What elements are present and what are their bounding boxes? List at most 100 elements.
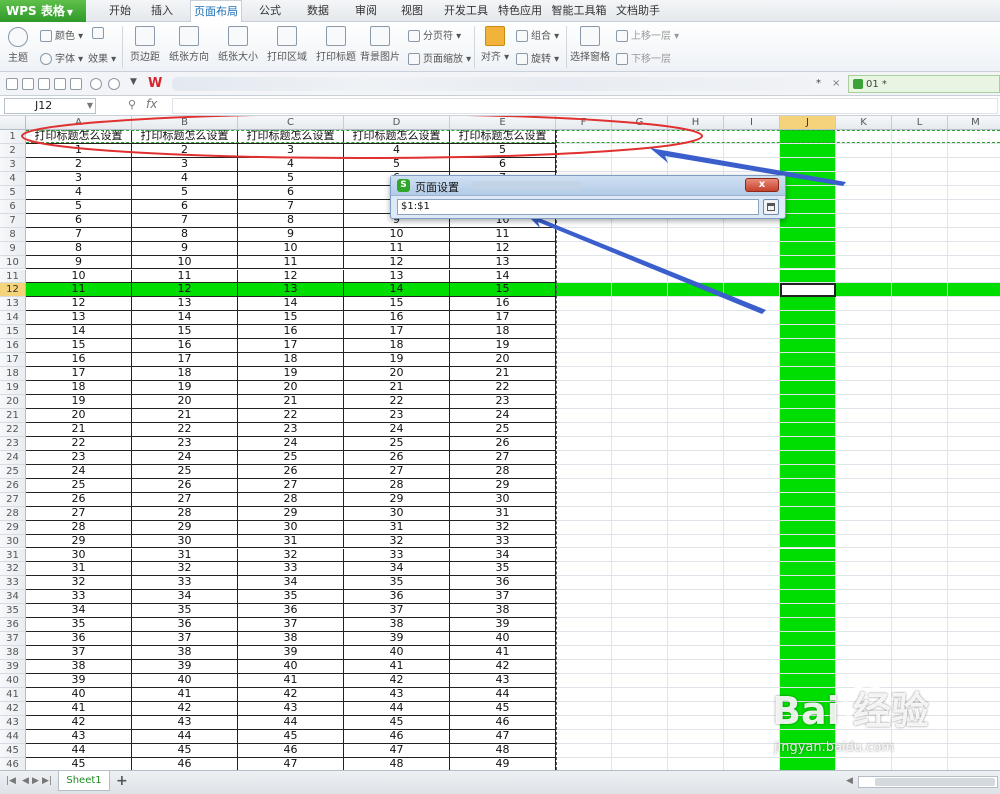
cell[interactable]: 47 bbox=[238, 757, 344, 770]
row-header[interactable]: 46 bbox=[0, 757, 26, 770]
cell[interactable] bbox=[668, 325, 724, 340]
cell[interactable]: 25 bbox=[132, 464, 238, 479]
cell[interactable] bbox=[724, 478, 780, 493]
cell[interactable] bbox=[836, 255, 892, 270]
cell[interactable] bbox=[892, 506, 948, 521]
column-header-i[interactable]: I bbox=[724, 116, 780, 130]
cell[interactable]: 45 bbox=[450, 701, 556, 716]
cell[interactable]: 43 bbox=[132, 715, 238, 730]
column-header-d[interactable]: D bbox=[344, 116, 450, 130]
row-header[interactable]: 31 bbox=[0, 548, 26, 563]
cell[interactable]: 8 bbox=[26, 241, 132, 256]
app-menu-button[interactable]: WPS 表格 ▼ bbox=[0, 0, 86, 22]
cell[interactable] bbox=[892, 171, 948, 186]
cell[interactable]: 30 bbox=[450, 492, 556, 507]
cell[interactable]: 14 bbox=[26, 325, 132, 340]
cell[interactable] bbox=[836, 409, 892, 423]
cell[interactable]: 11 bbox=[132, 269, 238, 284]
row-header[interactable]: 38 bbox=[0, 646, 26, 661]
cell[interactable]: 33 bbox=[132, 576, 238, 591]
cell[interactable] bbox=[668, 353, 724, 368]
cell[interactable] bbox=[724, 562, 780, 577]
cell[interactable] bbox=[724, 506, 780, 521]
cell[interactable]: 26 bbox=[450, 436, 556, 451]
cell[interactable] bbox=[892, 227, 948, 242]
cell[interactable] bbox=[948, 144, 1000, 158]
cell[interactable] bbox=[948, 423, 1000, 437]
cell[interactable] bbox=[780, 674, 836, 688]
cell[interactable] bbox=[780, 311, 836, 326]
cell[interactable] bbox=[948, 437, 1000, 451]
cell[interactable] bbox=[668, 534, 724, 549]
row-header[interactable]: 34 bbox=[0, 590, 26, 605]
cell[interactable] bbox=[948, 632, 1000, 647]
cell[interactable]: 17 bbox=[26, 367, 132, 382]
cell[interactable] bbox=[836, 171, 892, 186]
cell[interactable] bbox=[556, 576, 612, 591]
cell[interactable]: 20 bbox=[344, 367, 450, 382]
cell[interactable] bbox=[612, 757, 668, 770]
cell[interactable] bbox=[836, 325, 892, 340]
cell[interactable]: 11 bbox=[26, 283, 132, 298]
cell[interactable]: 32 bbox=[450, 520, 556, 535]
cell[interactable] bbox=[724, 632, 780, 647]
cell[interactable] bbox=[836, 450, 892, 465]
cell[interactable] bbox=[836, 701, 892, 716]
column-header-a[interactable]: A bbox=[26, 116, 132, 130]
cell[interactable] bbox=[780, 534, 836, 549]
cell[interactable]: 39 bbox=[450, 618, 556, 633]
row-header[interactable]: 1 bbox=[0, 130, 26, 144]
cell[interactable]: 18 bbox=[238, 353, 344, 368]
row-header[interactable]: 22 bbox=[0, 422, 26, 437]
cell[interactable] bbox=[892, 492, 948, 507]
cell[interactable]: 14 bbox=[450, 269, 556, 284]
cell[interactable] bbox=[780, 171, 836, 186]
cell[interactable]: 30 bbox=[238, 520, 344, 535]
cell[interactable] bbox=[612, 520, 668, 535]
cell[interactable] bbox=[780, 450, 836, 465]
cell[interactable]: 29 bbox=[132, 520, 238, 535]
cell[interactable]: 22 bbox=[26, 436, 132, 451]
cell[interactable]: 10 bbox=[344, 227, 450, 242]
cell[interactable] bbox=[668, 562, 724, 577]
cell[interactable] bbox=[724, 143, 780, 158]
row-header[interactable]: 17 bbox=[0, 353, 26, 368]
cell[interactable]: 12 bbox=[450, 241, 556, 256]
row-header[interactable]: 19 bbox=[0, 381, 26, 396]
cell[interactable] bbox=[556, 143, 612, 158]
cell[interactable]: 33 bbox=[450, 534, 556, 549]
cell[interactable] bbox=[556, 646, 612, 661]
cell[interactable] bbox=[612, 325, 668, 340]
cell[interactable]: 5 bbox=[26, 199, 132, 214]
cell[interactable] bbox=[892, 562, 948, 577]
cell[interactable]: 14 bbox=[344, 283, 450, 298]
cell[interactable] bbox=[836, 339, 892, 354]
row-header[interactable]: 40 bbox=[0, 674, 26, 688]
cell[interactable] bbox=[668, 297, 724, 312]
row-header[interactable]: 11 bbox=[0, 269, 26, 284]
cell[interactable] bbox=[724, 492, 780, 507]
cell[interactable] bbox=[892, 157, 948, 172]
save-icon[interactable] bbox=[22, 78, 34, 90]
dialog-titlebar[interactable]: S 页面设置 x bbox=[391, 176, 785, 196]
cell[interactable]: 44 bbox=[344, 701, 450, 716]
cell[interactable]: 42 bbox=[238, 688, 344, 702]
cell[interactable]: 4 bbox=[238, 157, 344, 172]
cell[interactable] bbox=[724, 367, 780, 382]
cell[interactable] bbox=[556, 436, 612, 451]
cell[interactable] bbox=[556, 311, 612, 326]
cell[interactable]: 23 bbox=[238, 422, 344, 437]
cell[interactable]: 22 bbox=[132, 422, 238, 437]
cell[interactable]: 17 bbox=[132, 353, 238, 368]
cell[interactable]: 12 bbox=[26, 297, 132, 312]
row-header[interactable]: 33 bbox=[0, 576, 26, 591]
cell[interactable] bbox=[668, 255, 724, 270]
cell[interactable]: 11 bbox=[344, 241, 450, 256]
cell[interactable] bbox=[836, 715, 892, 730]
column-header-l[interactable]: L bbox=[892, 116, 948, 130]
chevron-down-icon[interactable]: ▼ bbox=[87, 99, 93, 113]
cell[interactable] bbox=[836, 688, 892, 702]
cell[interactable] bbox=[780, 520, 836, 535]
cell[interactable]: 16 bbox=[132, 339, 238, 354]
cell[interactable] bbox=[612, 729, 668, 744]
